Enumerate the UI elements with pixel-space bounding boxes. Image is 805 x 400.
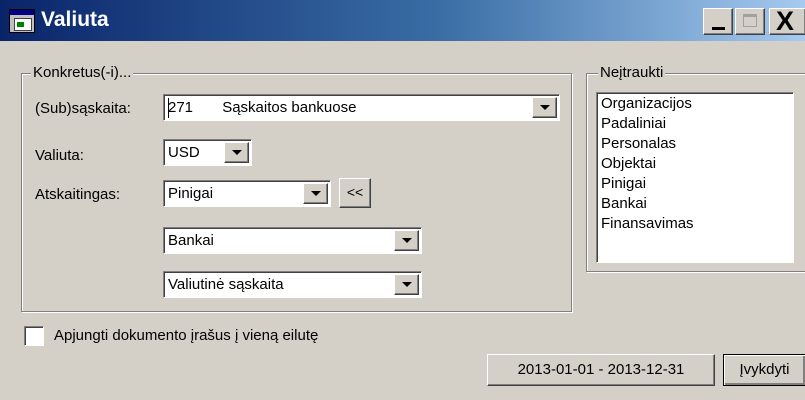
sub-select-bankai[interactable]: Bankai — [163, 227, 422, 254]
app-window-icon[interactable] — [9, 9, 35, 33]
list-item[interactable]: Padaliniai — [601, 114, 666, 134]
account-select[interactable]: 271 Sąskaitos bankuose — [163, 94, 560, 121]
accountable-label: Atskaitingas: — [35, 186, 121, 203]
chevron-down-icon[interactable] — [224, 142, 249, 163]
accountable-select[interactable]: Pinigai — [163, 180, 331, 207]
maximize-icon — [743, 14, 757, 27]
merge-lines-checkbox[interactable] — [24, 326, 44, 346]
period-button[interactable]: 2013-01-01 - 2013-12-31 — [487, 354, 715, 386]
list-item[interactable]: Bankai — [601, 194, 647, 214]
run-button[interactable]: Įvykdyti — [723, 354, 805, 386]
account-label: (Sub)sąskaita: — [35, 100, 131, 117]
sub-select-currency-account[interactable]: Valiutinė sąskaita — [163, 271, 422, 298]
minimize-button[interactable] — [703, 8, 733, 35]
sub-select-bankai-value: Bankai — [168, 232, 214, 249]
window-title: Valiuta — [41, 8, 109, 31]
specific-group-label: Konkretus(-i)... — [31, 63, 134, 83]
list-item[interactable]: Personalas — [601, 134, 676, 154]
chevron-down-icon[interactable] — [394, 230, 419, 251]
list-item[interactable]: Pinigai — [601, 174, 646, 194]
account-select-value: 271 Sąskaitos bankuose — [168, 99, 357, 116]
chevron-down-icon[interactable] — [532, 97, 557, 118]
accountable-select-value: Pinigai — [168, 185, 214, 202]
close-button[interactable]: X — [769, 8, 805, 35]
currency-select[interactable]: USD — [163, 139, 252, 166]
currency-select-value: USD — [168, 144, 200, 161]
chevron-down-icon[interactable] — [394, 274, 419, 295]
currency-label: Valiuta: — [35, 147, 84, 164]
title-bar[interactable]: Valiuta X — [0, 0, 805, 41]
exclude-group-label: Neįtraukti — [598, 63, 666, 83]
close-icon: X — [776, 6, 795, 36]
list-item[interactable]: Organizacijos — [601, 94, 692, 114]
exclude-list[interactable]: Organizacijos Padaliniai Personalas Obje… — [596, 92, 794, 263]
sub-select-currency-account-value: Valiutinė sąskaita — [168, 276, 284, 293]
minimize-icon — [712, 27, 725, 30]
list-item[interactable]: Finansavimas — [601, 214, 694, 234]
back-button[interactable]: << — [339, 178, 371, 208]
chevron-down-icon[interactable] — [303, 183, 328, 204]
list-item[interactable]: Objektai — [601, 154, 656, 174]
maximize-button[interactable] — [735, 8, 765, 35]
merge-lines-label[interactable]: Apjungti dokumento įrašus į vieną eilutę — [54, 326, 318, 346]
